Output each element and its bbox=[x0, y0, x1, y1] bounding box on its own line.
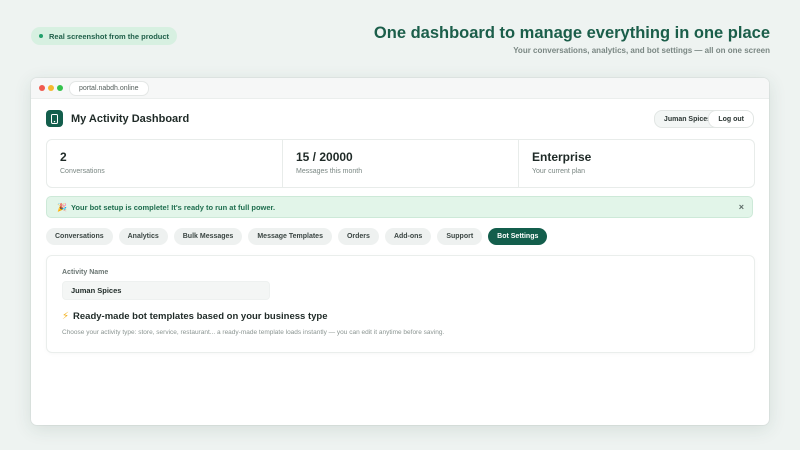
tab-bulk-messages[interactable]: Bulk Messages bbox=[173, 228, 243, 245]
address-bar[interactable]: portal.nabdh.online bbox=[69, 81, 149, 96]
activity-name-label: Activity Name bbox=[62, 269, 109, 276]
hero-title: One dashboard to manage everything in on… bbox=[373, 24, 770, 42]
app-header: My Activity Dashboard bbox=[46, 110, 189, 127]
tab-support[interactable]: Support bbox=[437, 228, 483, 245]
stat-value: 15 / 20000 bbox=[296, 150, 353, 164]
stat-value: 2 bbox=[60, 150, 67, 164]
stats-card: 2 Conversations 15 / 20000 Messages this… bbox=[46, 139, 755, 188]
activity-name-input[interactable] bbox=[62, 281, 270, 300]
status-dot-icon bbox=[39, 34, 43, 38]
app-logo-icon bbox=[46, 110, 63, 127]
maximize-window-button[interactable] bbox=[57, 85, 63, 91]
browser-titlebar: portal.nabdh.online bbox=[31, 78, 769, 99]
browser-window: portal.nabdh.online My Activity Dashboar… bbox=[31, 78, 769, 425]
logout-button[interactable]: Log out bbox=[708, 110, 754, 128]
success-banner: 🎉 Your bot setup is complete! It's ready… bbox=[46, 196, 753, 218]
page-title: My Activity Dashboard bbox=[71, 112, 190, 125]
tab-add-ons[interactable]: Add-ons bbox=[384, 228, 432, 245]
templates-title: Ready-made bot templates based on your b… bbox=[73, 311, 328, 322]
banner-message: Your bot setup is complete! It's ready t… bbox=[70, 202, 276, 212]
lightning-icon: ⚡ bbox=[62, 311, 70, 322]
tab-analytics[interactable]: Analytics bbox=[118, 228, 168, 245]
bot-settings-panel: Activity Name ⚡ Ready-made bot templates… bbox=[46, 255, 755, 353]
close-icon[interactable]: × bbox=[739, 201, 744, 213]
close-window-button[interactable] bbox=[39, 85, 45, 91]
stat-messages: 15 / 20000 Messages this month bbox=[283, 140, 519, 187]
tab-orders[interactable]: Orders bbox=[337, 228, 379, 245]
stat-label: Messages this month bbox=[296, 168, 363, 175]
tab-bar: Conversations Analytics Bulk Messages Me… bbox=[46, 228, 548, 245]
stat-value: Enterprise bbox=[532, 150, 592, 164]
tab-conversations[interactable]: Conversations bbox=[46, 228, 113, 245]
templates-description: Choose your activity type: store, servic… bbox=[62, 329, 445, 336]
badge-label: Real screenshot from the product bbox=[49, 31, 170, 41]
minimize-window-button[interactable] bbox=[48, 85, 54, 91]
party-icon: 🎉 bbox=[57, 202, 67, 212]
phone-icon bbox=[51, 113, 58, 124]
stat-label: Conversations bbox=[60, 168, 105, 175]
templates-heading: ⚡ Ready-made bot templates based on your… bbox=[62, 311, 328, 322]
stat-conversations: 2 Conversations bbox=[47, 140, 283, 187]
tab-bot-settings[interactable]: Bot Settings bbox=[488, 228, 548, 245]
tab-message-templates[interactable]: Message Templates bbox=[248, 228, 332, 245]
stat-plan: Enterprise Your current plan bbox=[519, 140, 754, 187]
stat-label: Your current plan bbox=[532, 168, 586, 175]
product-screenshot-badge: Real screenshot from the product bbox=[31, 27, 178, 45]
hero-subtitle: Your conversations, analytics, and bot s… bbox=[513, 46, 770, 55]
